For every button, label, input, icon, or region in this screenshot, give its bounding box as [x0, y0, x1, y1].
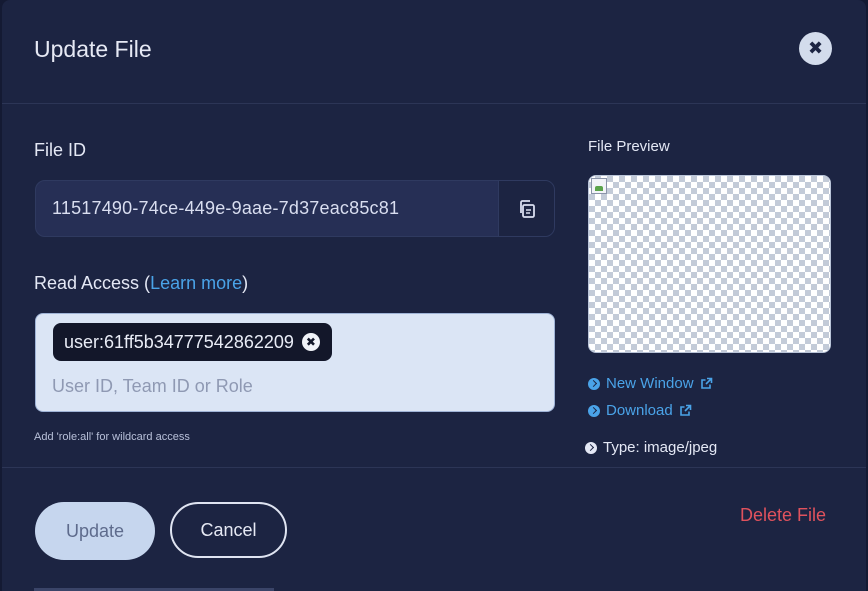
chevron-right-icon [585, 441, 597, 454]
read-access-label-text: Read Access ( [34, 273, 151, 293]
download-link[interactable]: Download [588, 402, 692, 419]
modal-title: Update File [34, 36, 152, 62]
update-file-modal: Update File ✖ File ID 11517490-74ce-449e… [2, 0, 866, 591]
file-id-value[interactable]: 11517490-74ce-449e-9aae-7d37eac85c81 [36, 181, 498, 236]
file-type-info: Type: image/jpeg [585, 439, 717, 456]
file-id-field: 11517490-74ce-449e-9aae-7d37eac85c81 [35, 180, 555, 237]
chevron-right-icon [588, 377, 600, 390]
cancel-button[interactable]: Cancel [170, 502, 287, 558]
read-access-label-close: ) [242, 273, 249, 293]
copy-icon [519, 199, 535, 218]
file-id-label: File ID [34, 140, 87, 160]
copy-button[interactable] [498, 181, 554, 236]
external-link-icon [700, 377, 712, 389]
new-window-label: New Window [606, 375, 694, 392]
close-button[interactable]: ✖ [799, 32, 832, 65]
wildcard-hint: Add 'role:all' for wildcard access [34, 431, 190, 443]
broken-image-icon [591, 178, 607, 194]
read-access-label: Read Access (Learn more) [34, 273, 248, 294]
read-access-box[interactable]: user:61ff5b34777542862209 ✖ [35, 313, 555, 412]
close-icon: ✖ [807, 38, 824, 58]
access-chip-label: user:61ff5b34777542862209 [64, 331, 294, 352]
access-chip: user:61ff5b34777542862209 ✖ [53, 323, 332, 361]
close-icon: ✖ [305, 335, 316, 349]
modal-header: Update File ✖ [2, 0, 866, 104]
chevron-right-icon [588, 404, 600, 417]
access-input[interactable] [52, 372, 532, 400]
delete-file-button[interactable]: Delete File [740, 505, 826, 526]
remove-chip-button[interactable]: ✖ [301, 333, 320, 351]
file-preview-label: File Preview [588, 138, 670, 155]
learn-more-link[interactable]: Learn more [150, 273, 242, 293]
file-preview-image [588, 175, 831, 353]
update-button[interactable]: Update [35, 502, 155, 560]
external-link-icon [679, 404, 692, 416]
modal-footer: Update Cancel Delete File [2, 467, 866, 591]
download-label: Download [606, 402, 673, 419]
file-type-label: Type: image/jpeg [603, 439, 718, 456]
new-window-link[interactable]: New Window [588, 375, 713, 392]
